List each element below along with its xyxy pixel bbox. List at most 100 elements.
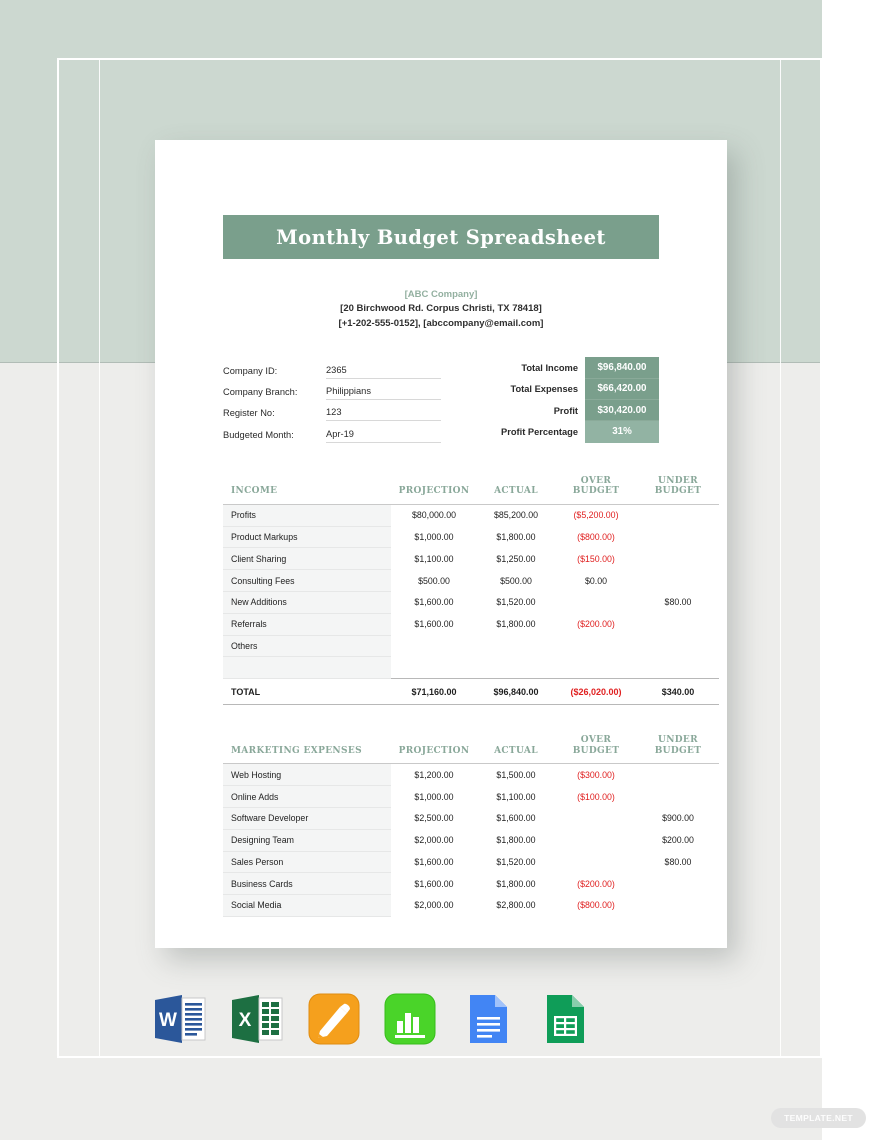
table-row: Profits $80,000.00 $85,200.00 ($5,200.00…	[223, 504, 719, 527]
row-label: Designing Team	[223, 829, 391, 852]
cell-over-budget: ($150.00)	[577, 553, 615, 564]
cell-projection: $1,600.00	[414, 619, 454, 630]
row-label: Online Adds	[223, 785, 391, 808]
cell-under-budget	[637, 613, 719, 635]
row-label: Business Cards	[223, 872, 391, 896]
microsoft-excel-icon[interactable]: X	[229, 991, 285, 1047]
summary-panel: Total Income $96,840.00 Total Expenses $…	[501, 357, 659, 443]
cell-actual: $1,800.00	[496, 878, 536, 889]
company-address: [20 Birchwood Rd. Corpus Christi, TX 784…	[340, 303, 542, 315]
table-header-row: MARKETING EXPENSES PROJECTION ACTUAL OVE…	[223, 735, 719, 765]
field-value[interactable]: 123	[326, 407, 441, 422]
cell-projection: $500.00	[418, 575, 450, 586]
apple-pages-icon[interactable]	[306, 991, 362, 1047]
cell-over-budget: ($800.00)	[577, 531, 615, 542]
row-label: Web Hosting	[223, 763, 391, 787]
document-page: Monthly Budget Spreadsheet [ABC Company]…	[155, 140, 727, 948]
field-value[interactable]: Philippians	[326, 386, 441, 400]
format-icons-row: W X	[152, 990, 592, 1048]
table-row: Business Cards $1,600.00 $1,800.00 ($200…	[223, 872, 719, 896]
row-label: Others	[223, 635, 391, 658]
table-row: Social Media $2,000.00 $2,800.00 ($800.0…	[223, 894, 719, 917]
microsoft-word-icon[interactable]: W	[152, 991, 208, 1047]
field-value[interactable]: 2365	[326, 365, 441, 379]
google-docs-icon[interactable]	[459, 991, 515, 1047]
table-row-empty	[223, 656, 719, 680]
cell-over-budget	[555, 829, 637, 851]
cell-over-budget	[555, 635, 637, 657]
cell-actual: $1,100.00	[496, 791, 536, 802]
column-header-under-line1: UNDER	[658, 735, 698, 746]
row-label: Profits	[223, 504, 391, 527]
cell-actual	[477, 635, 555, 657]
cell-over-budget: ($200.00)	[577, 619, 615, 630]
cell-actual: $1,520.00	[496, 597, 536, 608]
total-actual: $96,840.00	[477, 678, 555, 706]
total-under-budget: $340.00	[637, 678, 719, 706]
row-label: Sales Person	[223, 851, 391, 874]
cell-over-budget: ($800.00)	[577, 900, 615, 911]
cell-projection: $2,000.00	[414, 900, 454, 911]
column-header-over-budget: OVER BUDGET	[555, 475, 637, 505]
cell-under-budget	[637, 504, 719, 526]
row-label: Product Markups	[223, 526, 391, 549]
row-label: Software Developer	[223, 807, 391, 830]
cell-under-budget: $900.00	[662, 813, 694, 824]
table-row: Referrals $1,600.00 $1,800.00 ($200.00)	[223, 613, 719, 636]
field-label: Company ID:	[223, 365, 278, 376]
expenses-table-body: Web Hosting $1,200.00 $1,500.00 ($300.00…	[223, 763, 719, 917]
watermark-text: TEMPLATE.NET	[784, 1113, 853, 1123]
cell-over-budget: ($5,200.00)	[573, 510, 619, 521]
column-header-projection: PROJECTION	[391, 735, 477, 765]
field-register-no: Register No: 123	[223, 400, 441, 422]
cell-under-budget	[637, 895, 719, 917]
field-value[interactable]: Apr-19	[326, 429, 441, 443]
total-projection: $71,160.00	[391, 678, 477, 706]
expenses-table-header: MARKETING EXPENSES PROJECTION ACTUAL OVE…	[223, 735, 719, 765]
table-row: New Additions $1,600.00 $1,520.00 $80.00	[223, 591, 719, 614]
cell-projection: $2,000.00	[414, 835, 454, 846]
cell-under-budget	[637, 526, 719, 548]
cell-actual	[477, 657, 555, 679]
row-label: New Additions	[223, 591, 391, 614]
row-label: Consulting Fees	[223, 569, 391, 592]
cell-under-budget	[637, 873, 719, 895]
summary-value: $96,840.00	[585, 357, 659, 379]
column-header-over-budget: OVER BUDGET	[555, 735, 637, 765]
google-sheets-icon[interactable]	[536, 991, 592, 1047]
cell-projection: $1,600.00	[414, 878, 454, 889]
cell-actual: $1,800.00	[496, 619, 536, 630]
row-label: Referrals	[223, 613, 391, 636]
cell-over-budget	[555, 851, 637, 873]
apple-numbers-icon[interactable]	[382, 991, 438, 1047]
cell-actual: $1,250.00	[496, 553, 536, 564]
summary-value: 31%	[585, 421, 659, 443]
company-fields: Company ID: 2365 Company Branch: Philipp…	[223, 357, 441, 443]
cell-projection: $2,500.00	[414, 813, 454, 824]
column-header-actual: ACTUAL	[477, 475, 555, 505]
field-company-branch: Company Branch: Philippians	[223, 379, 441, 400]
cell-under-budget	[637, 764, 719, 786]
cell-projection: $1,000.00	[414, 531, 454, 542]
svg-text:W: W	[159, 1010, 177, 1031]
cell-actual: $1,520.00	[496, 856, 536, 867]
column-header-over-line1: OVER	[580, 475, 612, 486]
income-table-footer: TOTAL $71,160.00 $96,840.00 ($26,020.00)…	[223, 678, 719, 706]
table-row: Client Sharing $1,100.00 $1,250.00 ($150…	[223, 547, 719, 571]
cell-actual: $1,800.00	[496, 531, 536, 542]
column-header-under-budget: UNDER BUDGET	[637, 475, 719, 505]
column-header-under-line1: UNDER	[658, 475, 698, 486]
document-title-band: Monthly Budget Spreadsheet	[223, 215, 659, 259]
watermark-badge: TEMPLATE.NET	[771, 1108, 866, 1128]
summary-row-profit: Profit $30,420.00	[501, 399, 659, 422]
field-label: Register No:	[223, 408, 275, 419]
summary-row-profit-percentage: Profit Percentage 31%	[501, 421, 659, 443]
cell-projection: $1,600.00	[414, 597, 454, 608]
column-header-over-line2: BUDGET	[572, 486, 620, 497]
cell-under-budget	[637, 657, 719, 679]
summary-row-total-income: Total Income $96,840.00	[501, 357, 659, 379]
table-row: Software Developer $2,500.00 $1,600.00 $…	[223, 807, 719, 830]
row-label: Client Sharing	[223, 547, 391, 571]
page-title: Monthly Budget Spreadsheet	[276, 225, 606, 249]
column-header-income: INCOME	[223, 475, 391, 505]
